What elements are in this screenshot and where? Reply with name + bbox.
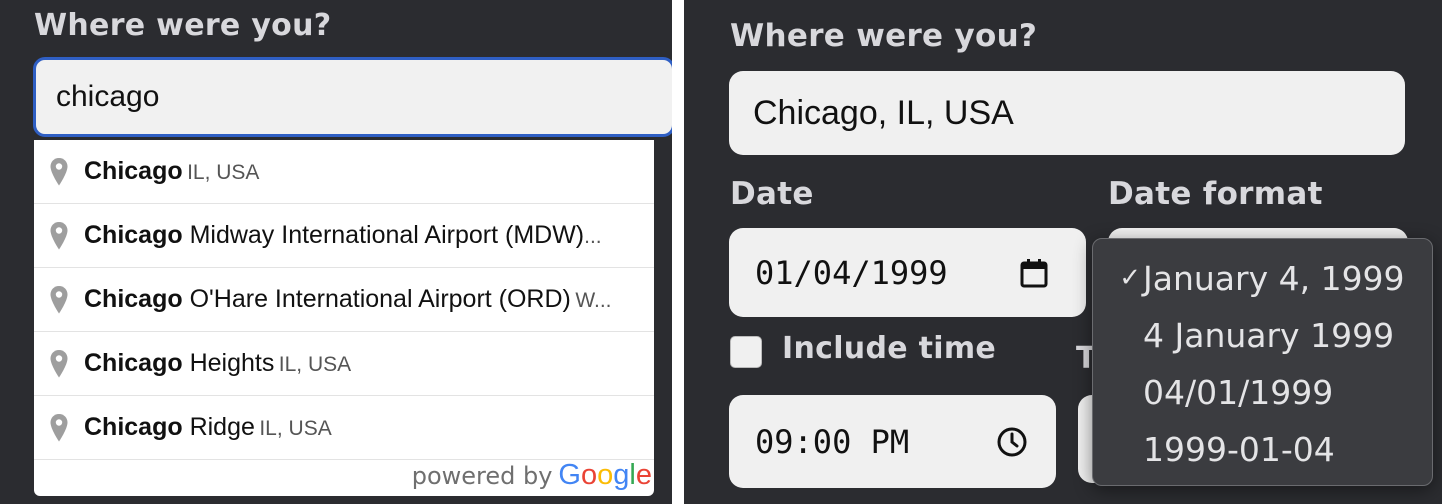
map-pin-icon [34,349,84,379]
format-option[interactable]: 04/01/1999 [1093,364,1432,420]
suggestion-rest-text: Midway International Airport (MDW) [182,221,585,249]
google-logo: Google [558,459,652,491]
location-search-input[interactable] [33,57,672,137]
location-search-panel: Where were you? Chicago IL, USA Chicago … [0,0,672,504]
map-pin-icon [34,157,84,187]
autocomplete-suggestions: Chicago IL, USA Chicago Midway Internati… [34,140,654,496]
date-format-label: Date format [1108,176,1323,212]
location-heading: Where were you? [34,8,332,43]
powered-by-text: powered by [411,462,553,490]
include-time-label: Include time [782,331,997,366]
suggestion-item[interactable]: Chicago Heights IL, USA [34,332,654,396]
suggestion-rest-text: O'Hare International Airport (ORD) [182,285,571,313]
suggestion-main-text: Chicago [84,349,183,377]
suggestion-rest-text: Ridge [182,413,255,441]
suggestion-main-text: Chicago [84,285,183,313]
map-pin-icon [34,221,84,251]
date-format-dropdown: ✓ January 4, 1999 4 January 1999 04/01/1… [1092,238,1433,486]
clock-icon[interactable] [992,422,1032,462]
panel-divider [672,0,684,504]
date-label: Date [730,176,814,212]
location-field[interactable]: Chicago, IL, USA [729,71,1405,155]
powered-by-google: powered by Google [412,459,652,492]
format-option[interactable]: 4 January 1999 [1093,307,1432,363]
suggestion-secondary-text: IL, USA [187,161,260,184]
format-option-label: 04/01/1999 [1143,372,1334,412]
suggestion-rest-text: Heights [182,349,275,377]
suggestion-main-text: Chicago [84,221,183,249]
map-pin-icon [34,413,84,443]
time-value: 09:00 PM [755,422,910,461]
format-option-label: 1999-01-04 [1143,429,1335,469]
date-value: 01/04/1999 [755,253,948,292]
format-option[interactable]: 1999-01-04 [1093,421,1432,477]
calendar-icon[interactable] [1012,251,1056,295]
include-time-checkbox[interactable] [730,336,762,368]
suggestion-item[interactable]: Chicago IL, USA [34,140,654,204]
date-input[interactable]: 01/04/1999 [729,228,1086,317]
time-input[interactable]: 09:00 PM [729,395,1056,488]
suggestion-secondary-text: IL, USA [259,417,332,440]
format-option-label: 4 January 1999 [1143,315,1395,355]
suggestion-main-text: Chicago [84,413,183,441]
location-heading: Where were you? [730,18,1038,54]
checkmark-icon: ✓ [1119,263,1141,293]
suggestion-secondary-text: W... [575,289,612,312]
suggestion-secondary-text: ... [584,225,602,248]
format-option-label: January 4, 1999 [1143,258,1405,298]
map-pin-icon [34,285,84,315]
format-option[interactable]: ✓ January 4, 1999 [1093,250,1432,306]
suggestion-item[interactable]: Chicago Midway International Airport (MD… [34,204,654,268]
suggestion-item[interactable]: Chicago Ridge IL, USA [34,396,654,460]
suggestion-item[interactable]: Chicago O'Hare International Airport (OR… [34,268,654,332]
suggestion-main-text: Chicago [84,157,183,185]
location-value: Chicago, IL, USA [753,93,1014,132]
suggestion-secondary-text: IL, USA [278,353,352,376]
location-date-panel: Where were you? Chicago, IL, USA Date Da… [684,0,1442,504]
